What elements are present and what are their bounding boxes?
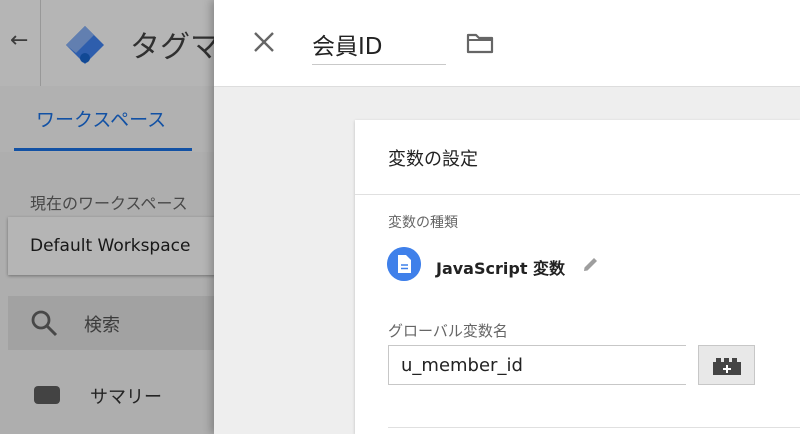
- close-icon[interactable]: [250, 28, 278, 56]
- global-variable-caption: グローバル変数名: [388, 322, 508, 340]
- variable-editor-panel: 変数の設定 変数の種類 JavaScript 変数 グローバル変数名: [214, 0, 800, 434]
- variable-type-row[interactable]: JavaScript 変数: [387, 247, 687, 283]
- variable-type-label: JavaScript 変数: [436, 259, 566, 278]
- pencil-icon[interactable]: [581, 254, 601, 274]
- variable-name-input[interactable]: [312, 24, 446, 65]
- variable-type-caption: 変数の種類: [388, 215, 458, 231]
- card-title: 変数の設定: [388, 149, 478, 170]
- variable-configuration-card[interactable]: 変数の設定 変数の種類 JavaScript 変数 グローバル変数名: [355, 120, 800, 434]
- document-icon: [387, 247, 421, 281]
- variable-picker-icon: [713, 358, 741, 375]
- global-variable-input[interactable]: [388, 345, 686, 385]
- divider: [388, 427, 800, 428]
- variable-picker-button[interactable]: [698, 345, 755, 385]
- folder-icon[interactable]: [466, 32, 494, 54]
- divider: [355, 194, 800, 195]
- panel-header: [214, 0, 800, 87]
